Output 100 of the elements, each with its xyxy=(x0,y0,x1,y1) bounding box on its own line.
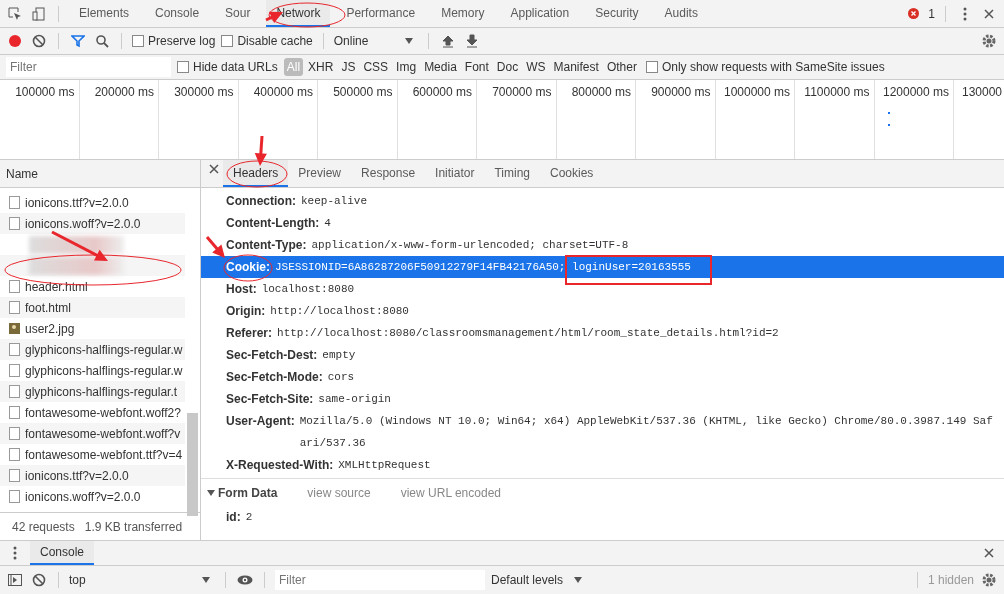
drawer-tab[interactable]: Console xyxy=(30,541,95,565)
header-row-text: Host: localhost:8080 xyxy=(226,281,356,298)
timeline-tick: 1100000 ms xyxy=(804,85,870,99)
timeline-mark xyxy=(888,112,890,114)
scrollbar-thumb[interactable] xyxy=(187,413,198,516)
header-row-text: Connection: keep-alive xyxy=(226,193,368,210)
header-row-text: Origin: http://localhost:8080 xyxy=(226,303,410,320)
request-name[interactable]: user2.jpg xyxy=(25,321,75,336)
type-filter[interactable]: Manifest xyxy=(550,58,602,76)
header-row-text: Content-Length: 4 xyxy=(226,215,332,232)
samesite-checkbox[interactable]: Only show requests with SameSite issues xyxy=(645,60,885,74)
timeline-tick: 900000 ms xyxy=(651,85,711,99)
request-name[interactable]: header.html xyxy=(25,279,88,294)
header-row-text: X-Requested-With: XMLHttpRequest xyxy=(226,457,432,474)
preserve-log-checkbox[interactable]: Preserve log xyxy=(132,34,216,48)
form-field-row-text: id: 2 xyxy=(226,509,254,526)
timeline-tick: 1000000 ms xyxy=(723,85,790,99)
disable-cache-checkbox[interactable]: Disable cache xyxy=(221,34,313,48)
summary-text: 1.9 KB transferred xyxy=(84,519,183,534)
file-icon xyxy=(9,196,20,209)
panel-tab[interactable]: Security xyxy=(585,0,649,27)
request-name[interactable]: fontawesome-webfont.ttf?v=4 xyxy=(25,447,183,462)
timeline-tick: 800000 ms xyxy=(571,85,631,99)
type-filter[interactable]: Other xyxy=(603,58,640,76)
search-icon[interactable] xyxy=(93,32,111,50)
header-row-text: Content-Type: application/x-www-form-urlencoded; charset=UTF-8 xyxy=(226,237,630,254)
timeline-tick: 300000 ms xyxy=(174,85,234,99)
timeline-tick: 700000 ms xyxy=(492,85,552,99)
clear-icon[interactable] xyxy=(30,571,48,589)
file-icon xyxy=(9,427,20,440)
clear-icon[interactable] xyxy=(30,32,48,50)
header-row-text: Sec-Fetch-Site: same-origin xyxy=(226,391,392,408)
file-icon xyxy=(9,364,20,377)
type-filter[interactable]: WS xyxy=(523,58,549,76)
view-link[interactable]: view source xyxy=(307,485,371,500)
file-icon xyxy=(9,448,20,461)
file-icon xyxy=(9,280,20,293)
error-count: 1 xyxy=(928,6,935,21)
hide-data-urls-checkbox[interactable]: Hide data URLs xyxy=(177,60,278,74)
panel-tab[interactable]: Memory xyxy=(431,0,495,27)
request-name[interactable]: foot.html xyxy=(25,300,72,315)
timeline-tick: 400000 ms xyxy=(253,85,313,99)
context-select[interactable]: top xyxy=(69,573,191,587)
summary-text: 42 requests xyxy=(12,519,75,534)
file-icon xyxy=(9,217,20,230)
console-filter-field[interactable]: Filter xyxy=(275,570,485,590)
timeline-tick: 500000 ms xyxy=(333,85,393,99)
annotation-ellipse xyxy=(223,254,273,282)
request-name[interactable]: glyphicons-halflings-regular.w xyxy=(25,363,183,378)
column-header[interactable]: Name xyxy=(6,166,38,181)
request-name[interactable]: ionicons.ttf?v=2.0.0 xyxy=(25,195,129,210)
type-filter[interactable]: CSS xyxy=(360,58,392,76)
request-name[interactable]: ionicons.woff?v=2.0.0 xyxy=(25,489,141,504)
throttling-select[interactable]: Online xyxy=(333,34,394,48)
timeline-tick: 130000 xyxy=(962,85,1003,99)
type-filter[interactable]: JS xyxy=(338,58,359,76)
detail-tab[interactable]: Preview xyxy=(288,160,352,187)
header-row-text: Sec-Fetch-Mode: cors xyxy=(226,369,356,386)
type-filter[interactable]: Media xyxy=(421,58,460,76)
detail-tab[interactable]: Response xyxy=(351,160,426,187)
panel-tab[interactable]: Audits xyxy=(654,0,708,27)
panel-tab[interactable]: Sour xyxy=(215,0,261,27)
type-filter[interactable]: Font xyxy=(461,58,492,76)
annotation-arrow xyxy=(254,135,267,166)
type-filter[interactable]: Img xyxy=(393,58,420,76)
image-file-icon xyxy=(9,322,20,335)
file-icon xyxy=(9,301,20,314)
settings-icon[interactable] xyxy=(980,32,998,50)
annotation-arrow xyxy=(51,230,108,261)
detail-tab[interactable]: Initiator xyxy=(425,160,485,187)
panel-tab[interactable]: Console xyxy=(145,0,210,27)
annotation-arrow xyxy=(205,236,225,258)
type-filter[interactable]: XHR xyxy=(305,58,337,76)
timeline-mark xyxy=(888,124,890,126)
panel-tab[interactable]: Application xyxy=(500,0,580,27)
file-icon xyxy=(9,343,20,356)
filter-icon[interactable] xyxy=(69,32,87,50)
panel-tab[interactable]: Performance xyxy=(336,0,426,27)
sidebar-toggle-icon[interactable] xyxy=(6,571,24,589)
annotation-ellipse xyxy=(226,160,288,188)
file-icon xyxy=(9,406,20,419)
timeline-tick: 100000 ms xyxy=(15,85,75,99)
timeline-tick: 200000 ms xyxy=(94,85,154,99)
device-icon[interactable] xyxy=(30,4,48,23)
timeline-tick: 600000 ms xyxy=(412,85,472,99)
log-levels-select[interactable]: Default levels xyxy=(491,573,564,587)
settings-icon[interactable] xyxy=(980,571,998,589)
detail-tab[interactable]: Cookies xyxy=(540,160,604,187)
selected-header-row: Cookie: JSESSIONID=6A86287206F50912279F14FB42176A50; loginUser=20163555 xyxy=(201,256,1004,278)
panel-tab[interactable]: Elements xyxy=(69,0,140,27)
header-row-text: User-Agent: Mozilla/5.0 (Windows NT 10.0; Win64; x64) AppleWebKit/537.36 (KHTML, like Gecko) Chrome/80.0.3987.149 Safari/537.36 xyxy=(226,413,994,451)
section-title[interactable]: Form Data xyxy=(218,485,278,500)
type-filter[interactable]: Doc xyxy=(493,58,522,76)
request-name[interactable]: fontawesome-webfont.woff2? xyxy=(25,405,181,420)
record-icon[interactable] xyxy=(6,32,24,50)
view-link[interactable]: view URL encoded xyxy=(400,485,501,500)
header-row-text: Referer: http://localhost:8080/classroomsmanagement/html/room_state_details.html?id=2 xyxy=(226,325,780,342)
detail-tab[interactable]: Timing xyxy=(484,160,540,187)
timeline-tick: 1200000 ms xyxy=(882,85,949,99)
filter-field[interactable]: Filter xyxy=(6,57,171,77)
